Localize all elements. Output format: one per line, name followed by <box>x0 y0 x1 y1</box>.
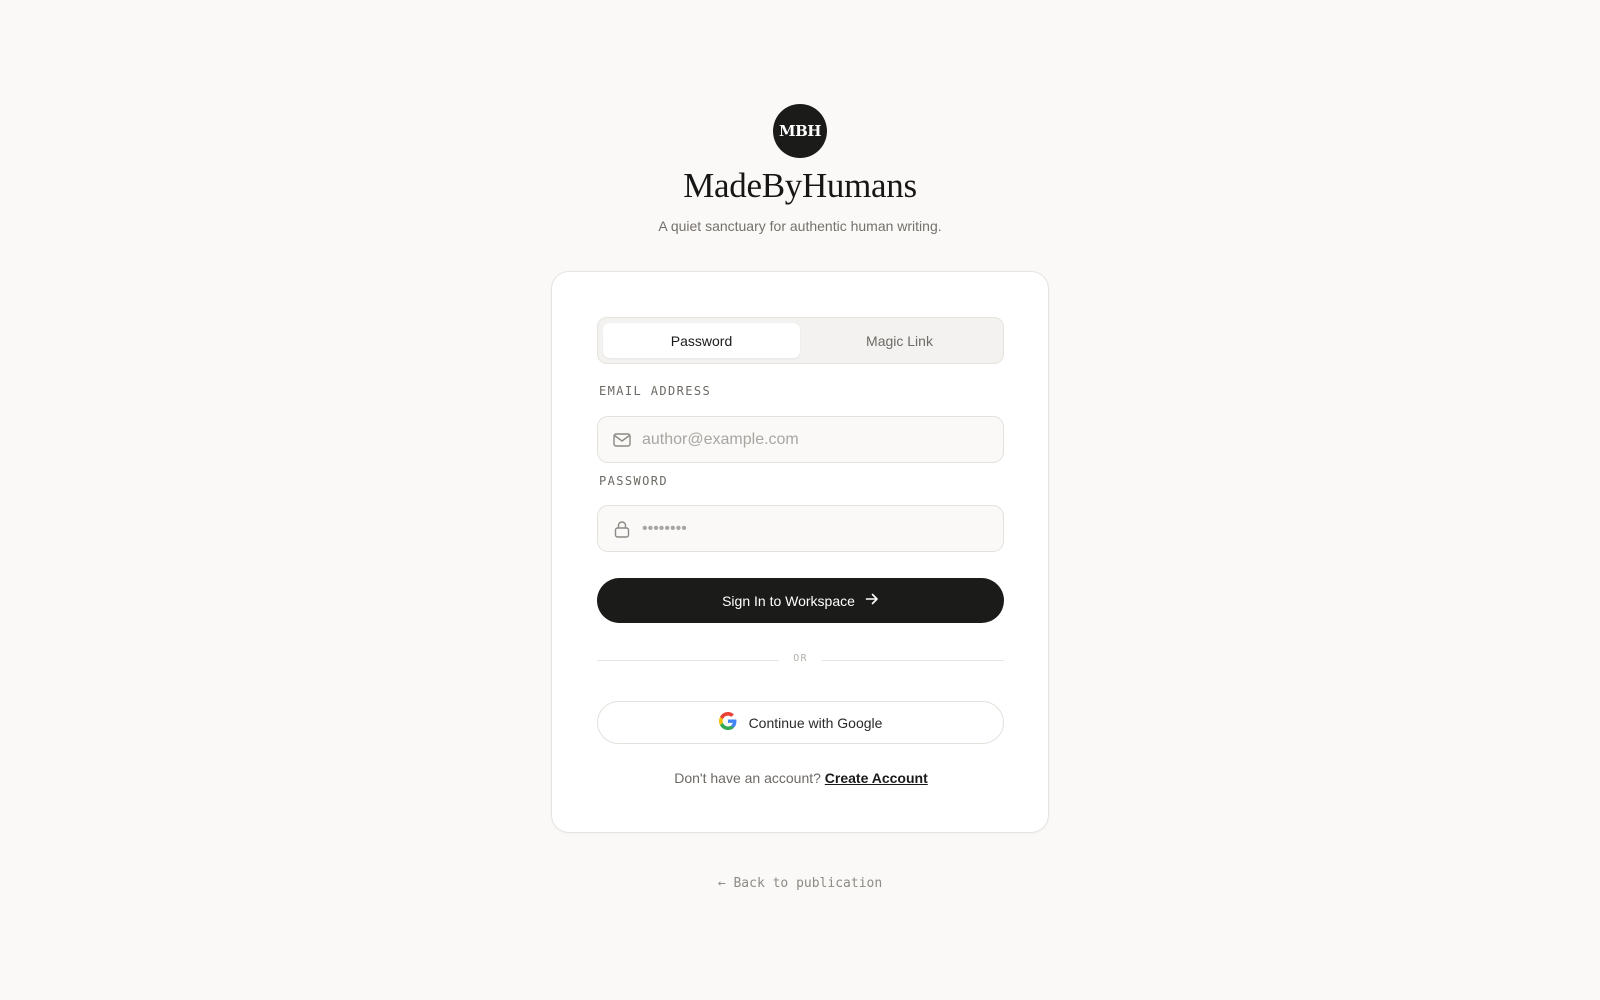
google-icon <box>718 712 737 733</box>
brand-badge-text: MBH <box>779 122 821 140</box>
sign-in-button[interactable]: Sign In to Workspace <box>597 578 1004 623</box>
password-field-wrapper <box>597 505 1004 552</box>
back-to-publication-link[interactable]: ← Back to publication <box>0 876 1600 891</box>
password-label: PASSWORD <box>599 474 668 488</box>
tab-magic-link[interactable]: Magic Link <box>801 323 998 358</box>
arrow-right-icon <box>865 592 879 609</box>
continue-with-google-button[interactable]: Continue with Google <box>597 701 1004 744</box>
email-input[interactable] <box>642 417 992 462</box>
or-divider: OR <box>597 653 1004 667</box>
auth-method-tabs: Password Magic Link <box>597 317 1004 364</box>
email-field-wrapper <box>597 416 1004 463</box>
email-label: EMAIL ADDRESS <box>599 384 712 398</box>
sign-in-button-label: Sign In to Workspace <box>722 592 855 609</box>
login-page: MBH MadeByHumans A quiet sanctuary for a… <box>0 0 1600 1000</box>
brand-tagline: A quiet sanctuary for authentic human wr… <box>658 218 942 234</box>
google-button-label: Continue with Google <box>748 714 883 731</box>
password-input[interactable] <box>642 506 992 551</box>
signup-prompt: Don't have an account? <box>674 770 821 786</box>
divider-line-right <box>822 660 1004 661</box>
create-account-link[interactable]: Create Account <box>825 770 928 786</box>
tab-password[interactable]: Password <box>603 323 800 358</box>
signup-row: Don't have an account? Create Account <box>552 770 1050 786</box>
login-card: Password Magic Link EMAIL ADDRESS PASSWO… <box>551 271 1049 833</box>
lock-icon <box>612 519 632 539</box>
brand-logo-badge: MBH <box>773 104 827 158</box>
brand-title: MadeByHumans <box>683 166 917 205</box>
divider-text: OR <box>793 653 808 664</box>
mail-icon <box>612 430 632 450</box>
